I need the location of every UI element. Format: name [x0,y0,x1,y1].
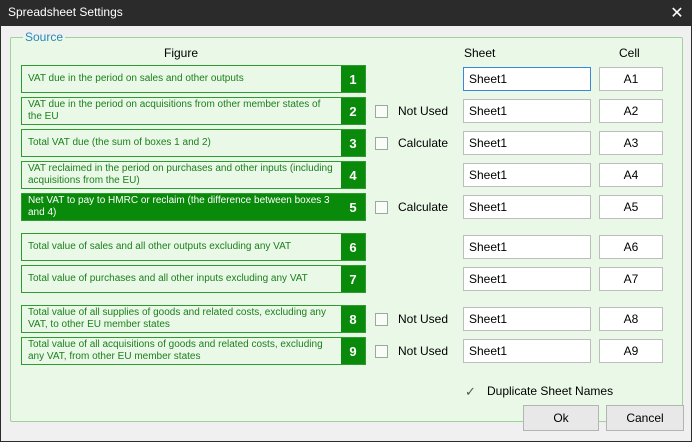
title-bar: Spreadsheet Settings ✕ [0,0,692,26]
cell-input-9[interactable] [599,339,663,363]
figure-number-badge: 4 [341,162,365,188]
cancel-button[interactable]: Cancel [606,405,684,431]
figure-number-badge: 3 [341,130,365,156]
figure-label: VAT due in the period on sales and other… [28,73,244,84]
figure-row-9[interactable]: Total value of all acquisitions of goods… [21,337,366,365]
cell-input-3[interactable] [599,131,663,155]
checkbox-box[interactable] [375,200,388,214]
not-used-checkbox-2[interactable]: Not Used [375,102,448,120]
cell-input-8[interactable] [599,307,663,331]
window-title: Spreadsheet Settings [8,5,123,19]
checkbox-label: Not Used [398,344,449,358]
figure-row-6[interactable]: Total value of sales and all other outpu… [21,233,366,261]
figure-header: Figure [164,46,199,60]
figure-row-3[interactable]: Total VAT due (the sum of boxes 1 and 2)… [21,129,366,157]
figure-label: VAT due in the period on acquisitions fr… [28,99,321,122]
close-icon[interactable]: ✕ [662,0,692,26]
cell-header: Cell [619,46,640,60]
figure-row-5[interactable]: Net VAT to pay to HMRC or reclaim (the d… [21,193,366,221]
calculate-checkbox-5[interactable]: Calculate [375,198,448,216]
figure-label: Total VAT due (the sum of boxes 1 and 2) [28,137,211,148]
checkbox-box[interactable] [375,312,388,326]
sheet-input-4[interactable] [463,163,591,187]
figure-number-badge: 2 [341,98,365,124]
checkbox-label: Calculate [398,200,449,214]
calculate-checkbox-3[interactable]: Calculate [375,134,448,152]
cell-input-1[interactable] [599,67,663,91]
figure-row-8[interactable]: Total value of all supplies of goods and… [21,305,366,333]
figure-number-badge: 1 [341,66,365,92]
figure-row-7[interactable]: Total value of purchases and all other i… [21,265,366,293]
not-used-checkbox-8[interactable]: Not Used [375,310,448,328]
cell-input-6[interactable] [599,235,663,259]
dialog-body: Source Figure Sheet Cell VAT due in the … [1,26,691,441]
figure-number-badge: 5 [341,194,365,220]
sheet-input-6[interactable] [463,235,591,259]
figure-label: Net VAT to pay to HMRC or reclaim (the d… [28,195,330,218]
checkbox-label: Calculate [398,136,449,150]
cell-input-7[interactable] [599,267,663,291]
sheet-input-8[interactable] [463,307,591,331]
duplicate-sheet-names-checkbox[interactable]: ✓ Duplicate Sheet Names [464,384,613,398]
figure-label: Total value of purchases and all other i… [28,273,308,284]
sheet-input-9[interactable] [463,339,591,363]
cell-input-5[interactable] [599,195,663,219]
duplicate-sheet-names-label: Duplicate Sheet Names [487,384,614,398]
ok-button[interactable]: Ok [523,405,599,431]
checkbox-label: Not Used [398,104,449,118]
figure-row-2[interactable]: VAT due in the period on acquisitions fr… [21,97,366,125]
cell-input-4[interactable] [599,163,663,187]
figure-label: Total value of sales and all other outpu… [28,241,292,252]
figure-label: Total value of all acquisitions of goods… [28,339,323,362]
sheet-input-2[interactable] [463,99,591,123]
figure-number-badge: 8 [341,306,365,332]
source-legend: Source [23,30,66,44]
sheet-input-1[interactable] [463,67,591,91]
sheet-input-5[interactable] [463,195,591,219]
figure-number-badge: 7 [341,266,365,292]
checkbox-box[interactable] [375,104,388,118]
checkbox-box[interactable] [375,136,388,150]
sheet-input-7[interactable] [463,267,591,291]
cell-input-2[interactable] [599,99,663,123]
sheet-header: Sheet [464,46,496,60]
source-group: Source Figure Sheet Cell VAT due in the … [10,30,683,422]
figure-number-badge: 9 [341,338,365,364]
figure-label: Total value of all supplies of goods and… [28,307,326,330]
figure-row-1[interactable]: VAT due in the period on sales and other… [21,65,366,93]
figure-label: VAT reclaimed in the period on purchases… [28,163,333,186]
checkbox-box[interactable] [375,344,388,358]
sheet-input-3[interactable] [463,131,591,155]
check-icon[interactable]: ✓ [464,385,477,398]
figure-row-4[interactable]: VAT reclaimed in the period on purchases… [21,161,366,189]
figure-number-badge: 6 [341,234,365,260]
checkbox-label: Not Used [398,312,449,326]
not-used-checkbox-9[interactable]: Not Used [375,342,448,360]
